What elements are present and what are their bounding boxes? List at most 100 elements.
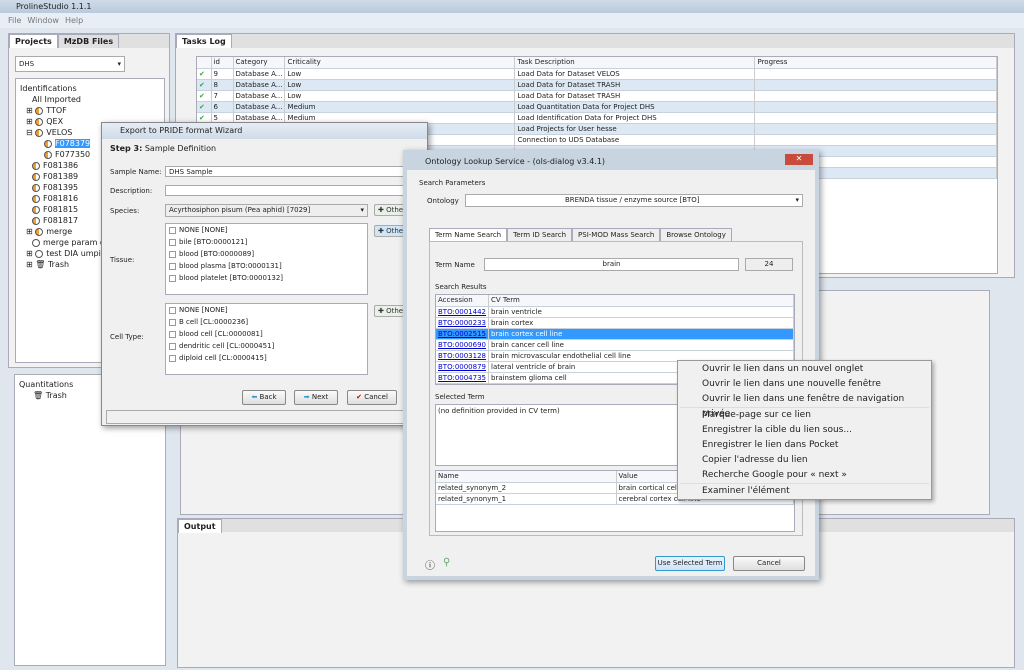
cell-type-label: Cell Type: <box>110 333 144 341</box>
accession-link[interactable]: BTO:0001442 <box>436 306 489 317</box>
checkbox-item[interactable]: blood plasma [BTO:0000131] <box>166 260 367 272</box>
tab-browse-ontology[interactable]: Browse Ontology <box>660 228 732 241</box>
accession-link[interactable]: BTO:0003129 <box>436 383 489 385</box>
sample-name-label: Sample Name: <box>110 168 161 176</box>
context-menu-item[interactable]: Examiner l'élément <box>678 484 931 499</box>
result-count: 24 <box>745 258 793 271</box>
task-progress <box>755 68 997 79</box>
tab-output[interactable]: Output <box>178 519 222 533</box>
ontology-select[interactable]: BRENDA tissue / enzyme source [BTO]▾ <box>465 194 803 207</box>
accession-link[interactable]: BTO:0000233 <box>436 317 489 328</box>
checkbox[interactable] <box>169 319 176 326</box>
cell-type-list[interactable]: NONE [NONE]B cell [CL:0000236]blood cell… <box>165 303 368 375</box>
tissue-list[interactable]: NONE [NONE]bile [BTO:0000121]blood [BTO:… <box>165 223 368 295</box>
result-row[interactable]: BTO:0000233brain cortex <box>436 317 794 328</box>
tree-item[interactable]: ⊞ TTOF <box>20 105 160 116</box>
task-desc: Load Identification Data for Project DHS <box>515 112 755 123</box>
search-icon[interactable]: ⚲ <box>443 557 450 568</box>
checkbox-item[interactable]: bile [BTO:0000121] <box>166 236 367 248</box>
tab-term-id-search[interactable]: Term ID Search <box>507 228 572 241</box>
accession-link[interactable]: BTO:0003128 <box>436 350 489 361</box>
tree-item[interactable]: All Imported <box>20 94 160 105</box>
rsm-icon <box>44 140 52 148</box>
checkbox[interactable] <box>169 331 176 338</box>
task-crit: Low <box>285 79 515 90</box>
tab-mzdb-files[interactable]: MzDB Files <box>58 34 119 48</box>
task-progress <box>755 112 997 123</box>
task-row[interactable]: ✔7Database A...LowLoad Data for Dataset … <box>197 90 997 101</box>
checkbox-item[interactable]: dendritic cell [CL:0000451] <box>166 340 367 352</box>
tab-tasks-log[interactable]: Tasks Log <box>176 34 232 48</box>
checkbox-item[interactable]: NONE [NONE] <box>166 224 367 236</box>
status-check-icon: ✔ <box>197 68 211 79</box>
close-button[interactable]: ✕ <box>785 154 813 165</box>
task-row[interactable]: ✔8Database A...LowLoad Data for Dataset … <box>197 79 997 90</box>
tab-psi-mod-mass-search[interactable]: PSI-MOD Mass Search <box>572 228 660 241</box>
task-progress <box>755 134 997 145</box>
rsm-icon <box>32 217 40 225</box>
dataset-icon <box>35 118 43 126</box>
rsm-icon <box>32 195 40 203</box>
checkbox[interactable] <box>169 263 176 270</box>
checkbox-item[interactable]: NONE [NONE] <box>166 304 367 316</box>
use-selected-term-button[interactable]: Use Selected Term <box>655 556 725 571</box>
term-name-input[interactable]: brain <box>484 258 739 271</box>
ols-cancel-button[interactable]: Cancel <box>733 556 805 571</box>
checkbox-item[interactable]: B cell [CL:0000236] <box>166 316 367 328</box>
help-icon[interactable]: ⓘ <box>425 557 435 572</box>
checkbox-item[interactable]: blood platelet [BTO:0000132] <box>166 272 367 284</box>
context-menu-item[interactable]: Recherche Google pour « next » <box>678 468 931 483</box>
sample-name-input[interactable]: DHS Sample <box>165 166 425 177</box>
checkbox-item[interactable]: blood [BTO:0000089] <box>166 248 367 260</box>
project-select[interactable]: DHS▾ <box>15 56 125 72</box>
accession-link[interactable]: BTO:0000690 <box>436 339 489 350</box>
tab-projects[interactable]: Projects <box>9 34 58 48</box>
checkbox-item[interactable]: diploid cell [CL:0000415] <box>166 352 367 364</box>
checkbox[interactable] <box>169 239 176 246</box>
accession-link[interactable]: BTO:0002515 <box>436 328 489 339</box>
dataset-icon <box>35 107 43 115</box>
menu-window[interactable]: Window <box>27 16 59 25</box>
ols-tabs: Term Name SearchTerm ID SearchPSI-MOD Ma… <box>429 228 732 241</box>
next-button[interactable]: ➡ Next <box>294 390 338 405</box>
context-menu-item[interactable]: Ouvrir le lien dans une nouvelle fenêtre <box>678 377 931 392</box>
tab-term-name-search[interactable]: Term Name Search <box>429 228 507 241</box>
app-title: ProlineStudio 1.1.1 <box>16 2 92 11</box>
accession-link[interactable]: BTO:0000879 <box>436 361 489 372</box>
task-row[interactable]: ✔6Database A...MediumLoad Quantitation D… <box>197 101 997 112</box>
rsm-icon <box>32 184 40 192</box>
dataset-icon <box>35 250 43 258</box>
checkbox[interactable] <box>169 355 176 362</box>
description-input[interactable] <box>165 185 425 196</box>
menu-help[interactable]: Help <box>65 16 83 25</box>
property-name: related_synonym_1 <box>436 493 616 504</box>
cancel-button[interactable]: ✔ Cancel <box>347 390 397 405</box>
task-progress <box>755 101 997 112</box>
context-menu-item[interactable]: Marque-page sur ce lien <box>678 408 931 423</box>
menu-file[interactable]: File <box>8 16 21 25</box>
checkbox[interactable] <box>169 227 176 234</box>
checkbox[interactable] <box>169 307 176 314</box>
checkbox-item[interactable]: blood cell [CL:0000081] <box>166 328 367 340</box>
checkbox-label: blood platelet [BTO:0000132] <box>179 274 283 282</box>
result-row[interactable]: BTO:0000690brain cancer cell line <box>436 339 794 350</box>
accession-link[interactable]: BTO:0004735 <box>436 372 489 383</box>
selected-term-label: Selected Term <box>435 393 485 401</box>
species-select[interactable]: Acyrthosiphon pisum (Pea aphid) [7029]▾ <box>165 204 368 217</box>
context-menu-item[interactable]: Ouvrir le lien dans une fenêtre de navig… <box>678 392 931 407</box>
context-menu-item[interactable]: Enregistrer le lien dans Pocket <box>678 438 931 453</box>
context-menu-item[interactable]: Ouvrir le lien dans un nouvel onglet <box>678 362 931 377</box>
checkbox[interactable] <box>169 343 176 350</box>
context-menu-item[interactable]: Enregistrer la cible du lien sous... <box>678 423 931 438</box>
tree-item[interactable]: Identifications <box>20 83 160 94</box>
result-row[interactable]: BTO:0002515brain cortex cell line <box>436 328 794 339</box>
task-row[interactable]: ✔9Database A...LowLoad Data for Dataset … <box>197 68 997 79</box>
task-crit: Low <box>285 68 515 79</box>
result-row[interactable]: BTO:0001442brain ventricle <box>436 306 794 317</box>
back-button[interactable]: ⬅ Back <box>242 390 286 405</box>
term-name-label: Term Name <box>435 261 475 269</box>
checkbox[interactable] <box>169 275 176 282</box>
checkbox[interactable] <box>169 251 176 258</box>
context-menu-item[interactable]: Copier l'adresse du lien <box>678 453 931 468</box>
description-label: Description: <box>110 187 152 195</box>
